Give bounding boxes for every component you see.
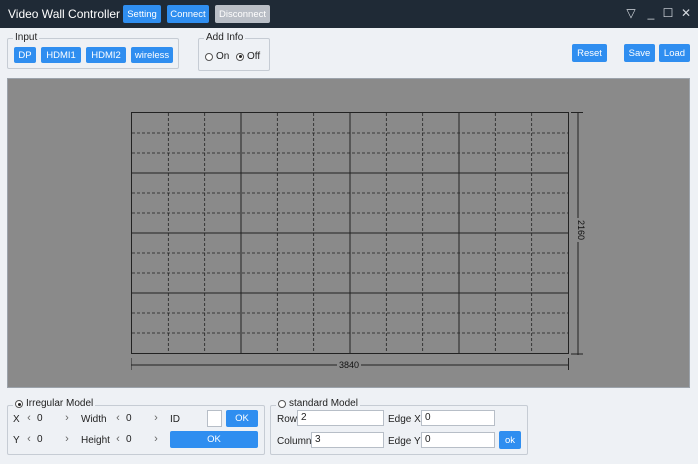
radio-checked-icon (236, 52, 244, 61)
wall-grid-lines (132, 113, 568, 353)
add-info-off-label: Off (247, 51, 261, 62)
increment-icon[interactable]: › (62, 412, 72, 424)
load-button[interactable]: Load (659, 44, 690, 62)
edge-x-input[interactable]: 0 (421, 410, 495, 426)
increment-icon[interactable]: › (151, 412, 161, 424)
minimize-icon[interactable]: _ (644, 6, 658, 20)
input-hdmi1-button[interactable]: HDMI1 (41, 47, 81, 63)
y-value[interactable]: 0 (34, 434, 62, 445)
id-input[interactable] (207, 410, 222, 427)
wall-width-label: 3840 (337, 360, 362, 370)
disconnect-button[interactable]: Disconnect (215, 5, 270, 23)
height-stepper[interactable]: ‹ 0 › (113, 431, 161, 447)
y-stepper[interactable]: ‹ 0 › (24, 431, 72, 447)
save-button[interactable]: Save (624, 44, 655, 62)
height-label: Height (81, 435, 110, 446)
connect-button[interactable]: Connect (167, 5, 209, 23)
width-stepper[interactable]: ‹ 0 › (113, 410, 161, 426)
app-title: Video Wall Controller (8, 7, 121, 21)
height-value[interactable]: 0 (123, 434, 151, 445)
input-wireless-button[interactable]: wireless (131, 47, 173, 63)
decrement-icon[interactable]: ‹ (24, 412, 34, 424)
irregular-model-radio[interactable]: Irregular Model (15, 399, 93, 409)
video-wall-grid[interactable] (131, 112, 569, 354)
input-legend: Input (15, 32, 38, 43)
width-value[interactable]: 0 (123, 413, 151, 424)
decrement-icon[interactable]: ‹ (113, 433, 123, 445)
x-value[interactable]: 0 (34, 413, 62, 424)
width-label: Width (81, 414, 107, 425)
reset-button[interactable]: Reset (572, 44, 607, 62)
column-label: Column (277, 436, 312, 447)
radio-icon (278, 400, 286, 408)
decrement-icon[interactable]: ‹ (113, 412, 123, 424)
setting-button[interactable]: Setting (123, 5, 161, 23)
row-input[interactable]: 2 (297, 410, 384, 426)
radio-checked-icon (15, 400, 23, 408)
increment-icon[interactable]: › (62, 433, 72, 445)
standard-ok-button[interactable]: ok (499, 431, 521, 449)
standard-model-radio[interactable]: standard Model (278, 399, 358, 409)
input-dp-button[interactable]: DP (14, 47, 36, 63)
edge-x-label: Edge X (388, 414, 421, 425)
maximize-icon[interactable]: ☐ (661, 6, 675, 20)
increment-icon[interactable]: › (151, 433, 161, 445)
close-icon[interactable]: ✕ (679, 6, 693, 20)
x-label: X (13, 414, 20, 425)
input-hdmi2-button[interactable]: HDMI2 (86, 47, 126, 63)
add-info-legend: Add Info (206, 32, 244, 43)
add-info-on-label: On (216, 51, 230, 62)
edge-y-label: Edge Y (388, 436, 421, 447)
add-info-on-radio[interactable]: On (205, 51, 229, 62)
edge-y-input[interactable]: 0 (421, 432, 495, 448)
title-bar: Video Wall Controller Setting Connect Di… (0, 0, 698, 28)
radio-icon (205, 52, 213, 61)
row-label: Row (277, 414, 298, 425)
menu-icon[interactable]: ▽ (624, 6, 638, 20)
irregular-model-legend: Irregular Model (26, 398, 94, 409)
x-stepper[interactable]: ‹ 0 › (24, 410, 72, 426)
id-ok-button[interactable]: OK (226, 410, 258, 427)
y-label: Y (13, 435, 20, 446)
standard-model-legend: standard Model (289, 398, 358, 409)
add-info-off-radio[interactable]: Off (236, 51, 260, 62)
decrement-icon[interactable]: ‹ (24, 433, 34, 445)
video-wall-canvas[interactable]: 3840 2160 (7, 78, 690, 388)
apply-irregular-ok-button[interactable]: OK (170, 431, 258, 448)
column-input[interactable]: 3 (311, 432, 384, 448)
main-panel: Input DP HDMI1 HDMI2 wireless Add Info O… (0, 28, 698, 464)
id-label: ID (170, 414, 180, 425)
wall-height-label: 2160 (576, 217, 587, 243)
